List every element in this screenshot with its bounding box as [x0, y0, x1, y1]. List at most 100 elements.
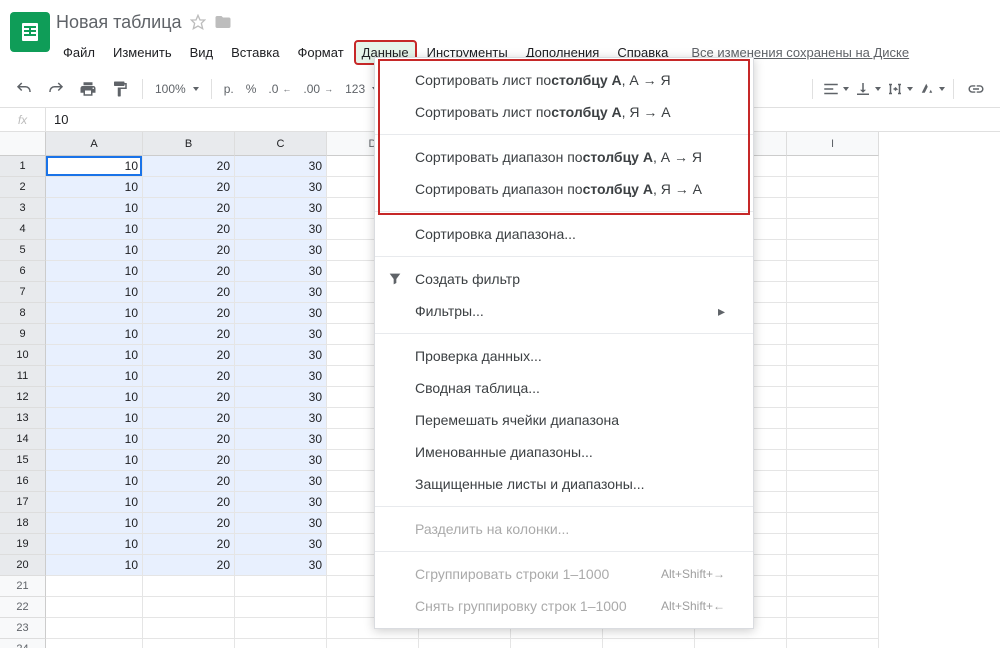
row-header[interactable]: 24 [0, 639, 46, 648]
col-header-B[interactable]: B [143, 132, 235, 156]
menu-format[interactable]: Формат [290, 41, 350, 64]
row-header[interactable]: 13 [0, 408, 46, 429]
cell[interactable]: 30 [235, 282, 327, 303]
cell[interactable]: 30 [235, 366, 327, 387]
cell[interactable] [787, 198, 879, 219]
cell[interactable] [787, 345, 879, 366]
menuitem-sort-range-asc[interactable]: Сортировать диапазон по столбцу A, А → Я [375, 141, 753, 173]
cell[interactable] [235, 618, 327, 639]
col-header-C[interactable]: C [235, 132, 327, 156]
cell[interactable]: 10 [46, 324, 143, 345]
cell[interactable]: 10 [46, 450, 143, 471]
row-header[interactable]: 20 [0, 555, 46, 576]
row-header[interactable]: 10 [0, 345, 46, 366]
cell[interactable]: 30 [235, 555, 327, 576]
cell[interactable] [787, 534, 879, 555]
cell[interactable] [143, 576, 235, 597]
cell[interactable] [235, 597, 327, 618]
cell[interactable] [46, 639, 143, 648]
cell[interactable]: 10 [46, 429, 143, 450]
cell[interactable] [787, 366, 879, 387]
print-button[interactable] [74, 75, 102, 103]
cell[interactable] [46, 618, 143, 639]
cell[interactable]: 30 [235, 324, 327, 345]
cell[interactable] [143, 618, 235, 639]
cell[interactable] [787, 303, 879, 324]
cell[interactable]: 10 [46, 303, 143, 324]
cell[interactable] [46, 576, 143, 597]
cell[interactable]: 30 [235, 534, 327, 555]
cell[interactable]: 20 [143, 303, 235, 324]
cell[interactable]: 10 [46, 198, 143, 219]
menuitem-named-ranges[interactable]: Именованные диапазоны... [375, 436, 753, 468]
menu-view[interactable]: Вид [183, 41, 221, 64]
menu-file[interactable]: Файл [56, 41, 102, 64]
cell[interactable]: 20 [143, 387, 235, 408]
row-header[interactable]: 17 [0, 492, 46, 513]
cell[interactable]: 20 [143, 471, 235, 492]
row-header[interactable]: 14 [0, 429, 46, 450]
menuitem-data-validation[interactable]: Проверка данных... [375, 340, 753, 372]
cell[interactable]: 20 [143, 408, 235, 429]
cell[interactable]: 10 [46, 282, 143, 303]
cell[interactable] [787, 324, 879, 345]
cell[interactable]: 20 [143, 177, 235, 198]
row-header[interactable]: 7 [0, 282, 46, 303]
zoom-select[interactable]: 100% [151, 82, 203, 96]
text-rotation-button[interactable] [917, 75, 945, 103]
menuitem-filters-submenu[interactable]: Фильтры...▸ [375, 295, 753, 327]
cell[interactable]: 30 [235, 513, 327, 534]
cell[interactable]: 20 [143, 366, 235, 387]
doc-title[interactable]: Новая таблица [56, 12, 182, 33]
percent-button[interactable]: % [242, 82, 261, 96]
row-header[interactable]: 19 [0, 534, 46, 555]
menuitem-sort-range-dialog[interactable]: Сортировка диапазона... [375, 218, 753, 250]
undo-button[interactable] [10, 75, 38, 103]
cell[interactable]: 10 [46, 387, 143, 408]
currency-button[interactable]: р. [220, 82, 238, 96]
cell[interactable]: 20 [143, 450, 235, 471]
cell[interactable]: 20 [143, 513, 235, 534]
cell[interactable] [787, 513, 879, 534]
cell[interactable] [787, 471, 879, 492]
cell[interactable] [235, 576, 327, 597]
cell[interactable] [787, 387, 879, 408]
cell[interactable] [787, 429, 879, 450]
menu-insert[interactable]: Вставка [224, 41, 286, 64]
cell[interactable] [787, 450, 879, 471]
row-header[interactable]: 3 [0, 198, 46, 219]
menuitem-create-filter[interactable]: Создать фильтр [375, 263, 753, 295]
cell[interactable] [787, 576, 879, 597]
menuitem-sort-sheet-asc[interactable]: Сортировать лист по столбцу A, А → Я [375, 64, 753, 96]
insert-link-button[interactable] [962, 75, 990, 103]
cell[interactable]: 20 [143, 198, 235, 219]
cell[interactable]: 20 [143, 492, 235, 513]
cell[interactable] [787, 492, 879, 513]
row-header[interactable]: 6 [0, 261, 46, 282]
cell[interactable]: 30 [235, 429, 327, 450]
redo-button[interactable] [42, 75, 70, 103]
cell[interactable]: 30 [235, 492, 327, 513]
menuitem-pivot-table[interactable]: Сводная таблица... [375, 372, 753, 404]
cell[interactable]: 10 [46, 513, 143, 534]
row-header[interactable]: 2 [0, 177, 46, 198]
text-wrap-button[interactable] [885, 75, 913, 103]
cell[interactable]: 10 [46, 534, 143, 555]
cell[interactable]: 20 [143, 555, 235, 576]
menuitem-shuffle[interactable]: Перемешать ячейки диапазона [375, 404, 753, 436]
cell[interactable] [787, 261, 879, 282]
row-header[interactable]: 21 [0, 576, 46, 597]
cell[interactable] [787, 555, 879, 576]
cell[interactable]: 20 [143, 156, 235, 177]
cell[interactable] [46, 597, 143, 618]
cell[interactable] [787, 639, 879, 648]
cell[interactable]: 20 [143, 282, 235, 303]
row-header[interactable]: 11 [0, 366, 46, 387]
cell[interactable]: 30 [235, 198, 327, 219]
cell[interactable]: 10 [46, 177, 143, 198]
cell[interactable] [511, 639, 603, 648]
cell[interactable]: 10 [46, 261, 143, 282]
row-header[interactable]: 23 [0, 618, 46, 639]
col-header-A[interactable]: A [46, 132, 143, 156]
col-header-I[interactable]: I [787, 132, 879, 156]
